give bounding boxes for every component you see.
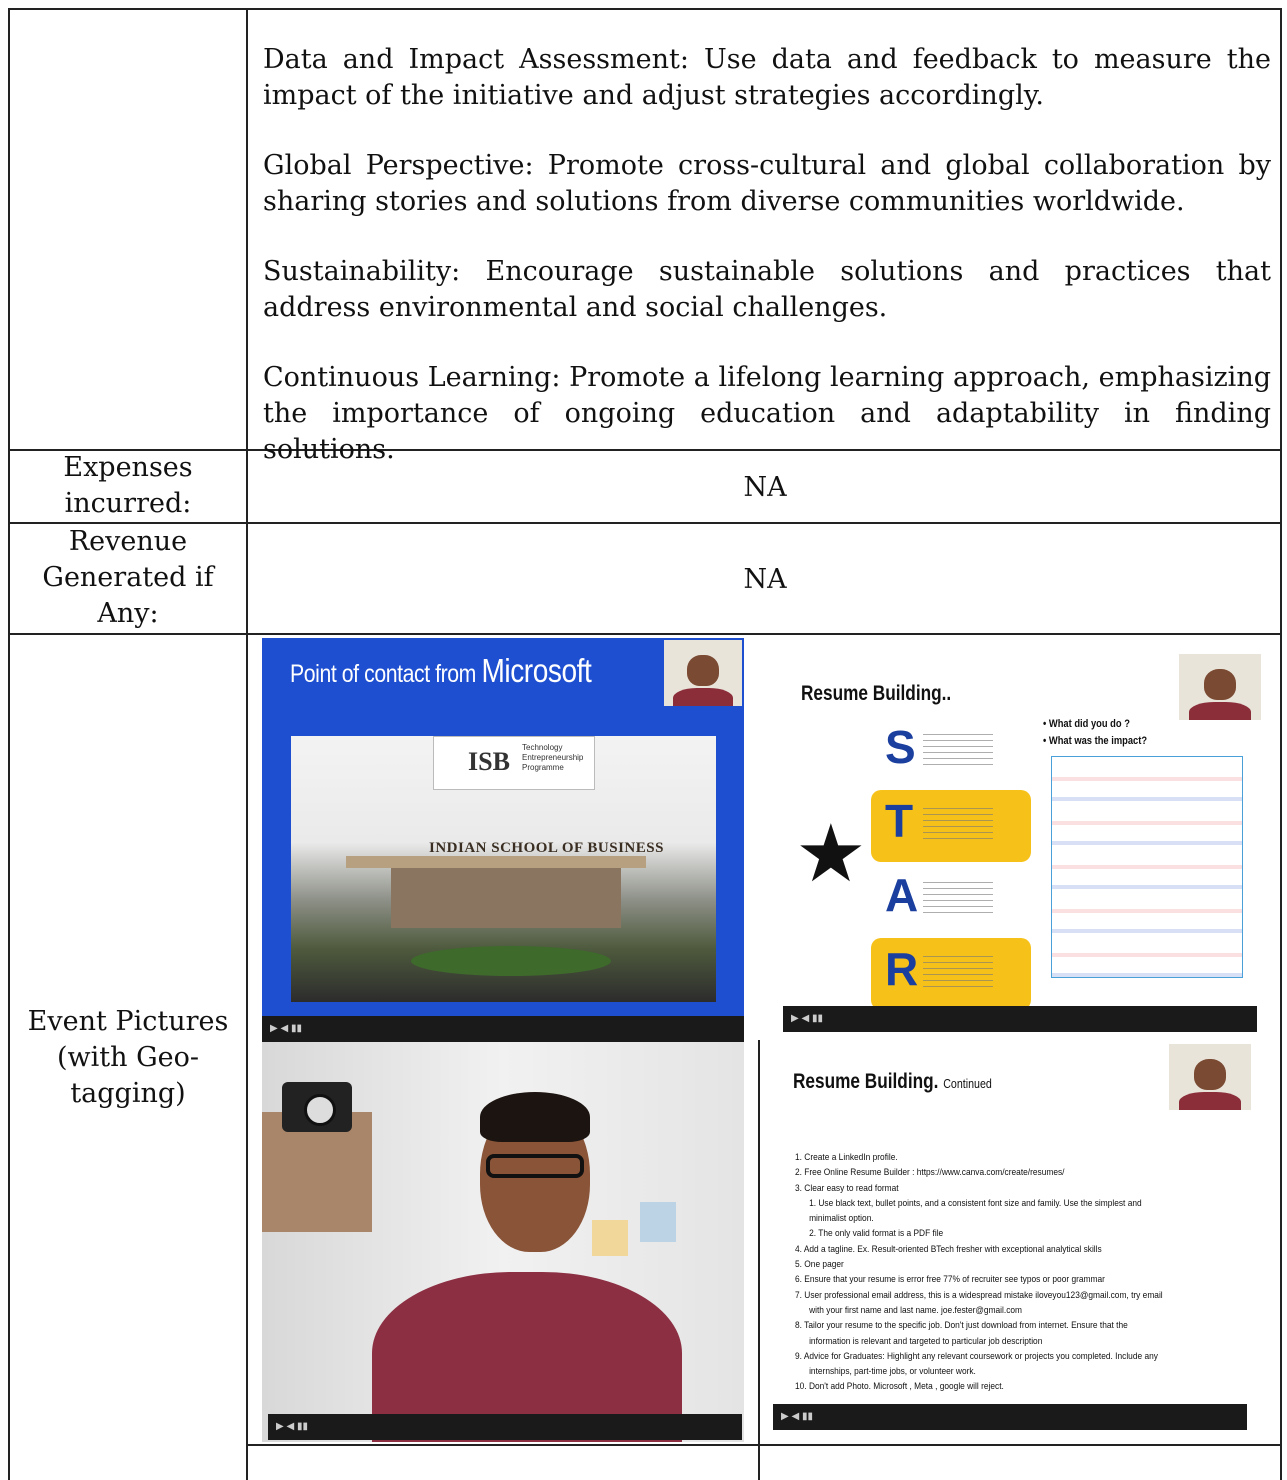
expenses-value: NA <box>743 472 787 503</box>
logo-subtext: Technology Entrepreneurship Programme <box>522 743 584 772</box>
slide-bullets: • What did you do ? • What was the impac… <box>1043 716 1147 750</box>
paragraph-data-impact: Data and Impact Assessment: Use data and… <box>263 44 1271 111</box>
row-divider <box>8 633 1282 635</box>
list-item: 6. Ensure that your resume is error free… <box>795 1274 1105 1286</box>
camera-decor <box>282 1082 352 1132</box>
picture-divider <box>758 1040 760 1480</box>
title-text: Point of contact from <box>290 660 476 688</box>
expenses-label: Expenses incurred: <box>10 450 246 522</box>
revenue-label-line: Generated if <box>42 562 214 593</box>
revenue-label-line: Any: <box>97 598 159 629</box>
column-divider <box>246 8 248 1480</box>
event-photo-isb: Point of contact from Microsoft ISB Tech… <box>262 638 744 1042</box>
presenter-thumbnail <box>1169 1044 1251 1110</box>
list-item: 3. Clear easy to read format <box>795 1182 899 1194</box>
list-item: 7. User professional email address, this… <box>795 1289 1163 1301</box>
slide-title: Resume Building.. <box>801 682 952 705</box>
list-item: 2. Free Online Resume Builder : https://… <box>795 1167 1065 1179</box>
list-item: 1. Use black text, bullet points, and a … <box>809 1197 1142 1209</box>
campus-photo: ISB Technology Entrepreneurship Programme … <box>291 736 716 1002</box>
expenses-label-line: Expenses <box>63 452 193 483</box>
brand-text: Microsoft <box>481 652 592 689</box>
list-item: 1. Create a LinkedIn profile. <box>795 1152 898 1163</box>
presenter-thumbnail <box>1179 654 1261 720</box>
logo-text: ISB <box>468 747 510 776</box>
campus-sign: INDIAN SCHOOL OF BUSINESS <box>429 840 664 856</box>
paragraph-continuous-learning: Continuous Learning: Promote a lifelong … <box>263 362 1271 465</box>
event-photo-resume-slide: Resume Building. Continued 1. Create a L… <box>765 1040 1263 1440</box>
video-controls: ▶ ◀ ▮▮ <box>268 1414 742 1440</box>
list-item: 4. Add a tagline. Ex. Result-oriented BT… <box>795 1243 1102 1255</box>
pictures-label-line: tagging) <box>70 1078 186 1109</box>
star-row-a: A <box>871 864 1035 936</box>
list-item: information is relevant and targeted to … <box>809 1335 1043 1347</box>
star-icon: ★ <box>795 807 867 900</box>
list-item: 10. Don't add Photo. Microsoft , Meta , … <box>795 1381 1004 1393</box>
list-item: 9. Advice for Graduates: Highlight any r… <box>795 1350 1158 1362</box>
event-photo-presenter: ▶ ◀ ▮▮ <box>262 1042 744 1442</box>
paragraph-global-perspective: Global Perspective: Promote cross-cultur… <box>263 150 1271 217</box>
isb-logo: ISB Technology Entrepreneurship Programme <box>433 736 595 790</box>
star-row-t: T <box>871 790 1035 862</box>
star-row-r: R <box>871 938 1035 1010</box>
slide-title: Point of contact from Microsoft <box>290 652 592 690</box>
list-item: minimalist option. <box>809 1213 874 1225</box>
revenue-label-line: Revenue <box>68 526 188 557</box>
list-item: 8. Tailor your resume to the specific jo… <box>795 1320 1128 1332</box>
list-item: internships, part-time jobs, or voluntee… <box>809 1366 976 1378</box>
event-photo-star-slide: Resume Building.. ★ S T A R • What did y… <box>765 644 1263 1036</box>
paragraph-sustainability: Sustainability: Encourage sustainable so… <box>263 256 1271 323</box>
pictures-label-line: (with Geo- <box>56 1042 200 1073</box>
list-item: 5. One pager <box>795 1259 844 1271</box>
slide-title: Resume Building. Continued <box>793 1070 992 1093</box>
bullet-item: • What was the impact? <box>1043 735 1148 747</box>
bottom-row-divider <box>248 1444 1282 1446</box>
presenter-thumbnail <box>664 640 742 706</box>
list-item: 2. The only valid format is a PDF file <box>809 1228 944 1240</box>
expenses-label-line: incurred: <box>64 488 192 519</box>
revenue-value: NA <box>743 564 787 595</box>
star-row-s: S <box>871 716 1035 788</box>
event-pictures-label: Event Pictures (with Geo- tagging) <box>10 1004 246 1112</box>
video-controls: ▶ ◀ ▮▮ <box>262 1016 744 1042</box>
video-controls: ▶ ◀ ▮▮ <box>783 1006 1257 1032</box>
revenue-label: Revenue Generated if Any: <box>10 524 246 632</box>
bullet-item: • What did you do ? <box>1043 718 1130 730</box>
resume-tips-list: 1. Create a LinkedIn profile. 2. Free On… <box>795 1150 1163 1395</box>
pictures-label-line: Event Pictures <box>27 1006 229 1037</box>
list-item: with your first name and last name. joe.… <box>809 1304 1023 1316</box>
star-diagram <box>1051 756 1243 978</box>
video-controls: ▶ ◀ ▮▮ <box>773 1404 1247 1430</box>
